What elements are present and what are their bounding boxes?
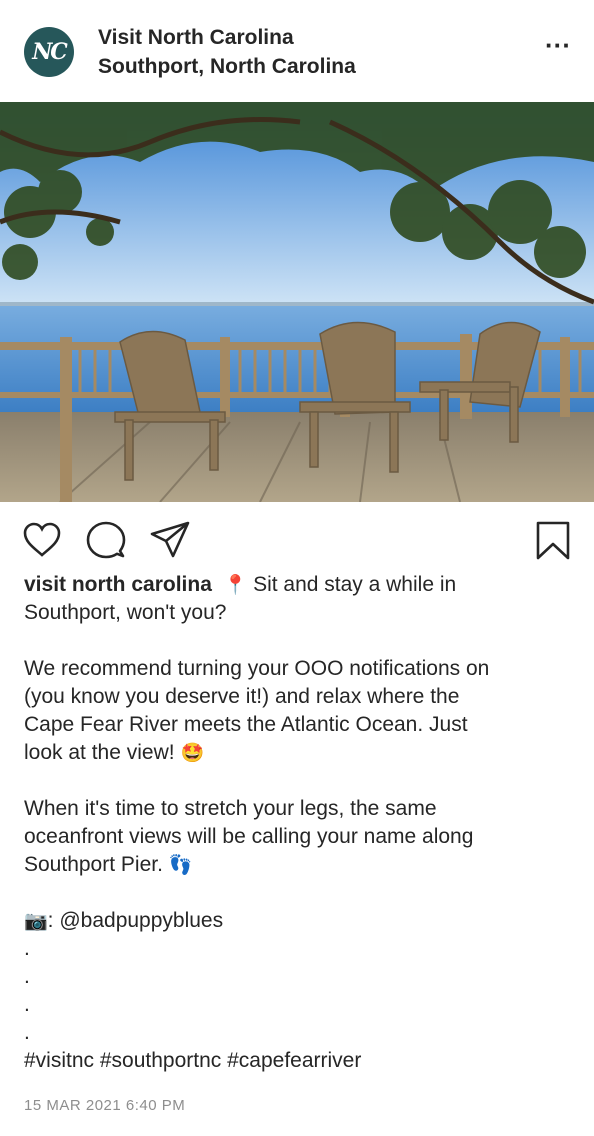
caption-dot: . — [24, 937, 30, 960]
caption-text: When it's time to stretch your legs, the… — [24, 797, 437, 820]
save-button[interactable] — [533, 520, 573, 560]
caption-text: look at the view! — [24, 741, 175, 764]
comment-button[interactable] — [86, 520, 126, 560]
caption-text: Southport Pier. — [24, 853, 163, 876]
share-button[interactable] — [150, 520, 190, 560]
caption-username[interactable]: visit north carolina — [24, 573, 212, 596]
photo-credit[interactable]: : @badpuppyblues — [48, 909, 223, 932]
hashtags[interactable]: #visitnc #southportnc #capefearriver — [24, 1047, 572, 1075]
post-photo[interactable] — [0, 102, 594, 502]
footprints-emoji: 👣 — [168, 854, 193, 876]
pin-emoji: 📍 — [223, 574, 248, 596]
avatar[interactable]: NC — [24, 27, 74, 77]
post-caption: visit north carolina 📍 Sit and stay a wh… — [24, 571, 572, 1075]
caption-text: oceanfront views will be calling your na… — [24, 825, 474, 848]
camera-emoji: 📷 — [24, 910, 48, 932]
post-actions — [0, 516, 594, 566]
caption-text: Sit and stay a while in — [253, 573, 457, 596]
post-timestamp: 15 MAR 2021 6:40 PM — [24, 1097, 186, 1114]
caption-text: Southport, won't you? — [24, 601, 227, 624]
star-struck-emoji: 🤩 — [180, 742, 205, 764]
caption-text: We recommend turning your OOO notificati… — [24, 657, 490, 680]
like-button[interactable] — [22, 520, 62, 560]
caption-text: Cape Fear River meets the Atlantic Ocean… — [24, 713, 468, 736]
post-header: NC Visit North Carolina Southport, North… — [0, 0, 594, 102]
location-link[interactable]: Southport, North Carolina — [98, 55, 356, 79]
caption-dot: . — [24, 1021, 30, 1044]
caption-dot: . — [24, 993, 30, 1016]
caption-dot: . — [24, 965, 30, 988]
caption-text: (you know you deserve it!) and relax whe… — [24, 685, 460, 708]
bookmark-icon — [536, 521, 570, 560]
account-name[interactable]: Visit North Carolina — [98, 26, 294, 50]
share-icon — [150, 521, 190, 558]
heart-icon — [23, 522, 61, 557]
comment-icon — [86, 521, 126, 559]
deck-chairs-photo — [0, 102, 594, 502]
more-options-icon[interactable]: ··· — [543, 32, 573, 62]
